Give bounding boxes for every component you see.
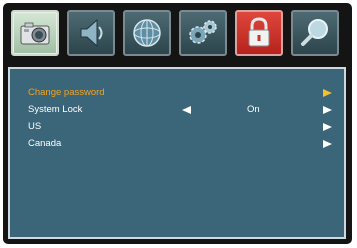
system-lock-value: On [247,104,260,115]
magnifier-icon [295,15,335,51]
menu-item-system-lock[interactable]: System Lock On [10,101,344,118]
lock-icon [239,15,279,51]
tab-channel[interactable] [123,10,171,56]
arrow-right-icon[interactable] [323,123,332,131]
tab-search[interactable] [291,10,339,56]
menu-item-change-password[interactable]: Change password [10,84,344,101]
menu-item-us[interactable]: US [10,118,344,135]
tab-lock[interactable] [235,10,283,56]
change-password-label: Change password [28,87,105,98]
globe-icon [127,15,167,51]
tab-picture[interactable] [11,10,59,56]
arrow-left-icon[interactable] [182,106,191,114]
canada-label: Canada [28,138,62,149]
us-label: US [28,121,42,132]
menu-tab-bar [3,3,352,63]
lock-menu-panel: Change password System Lock On US Canada [8,67,346,239]
tab-setup[interactable] [179,10,227,56]
osd-window: Change password System Lock On US Canada [3,3,352,244]
camera-icon [15,15,55,51]
system-lock-label: System Lock [28,104,83,115]
arrow-right-icon[interactable] [323,140,332,148]
tab-sound[interactable] [67,10,115,56]
speaker-icon [71,15,111,51]
arrow-right-icon[interactable] [323,89,332,97]
gears-icon [183,15,223,51]
arrow-right-icon[interactable] [323,106,332,114]
menu-item-canada[interactable]: Canada [10,135,344,152]
